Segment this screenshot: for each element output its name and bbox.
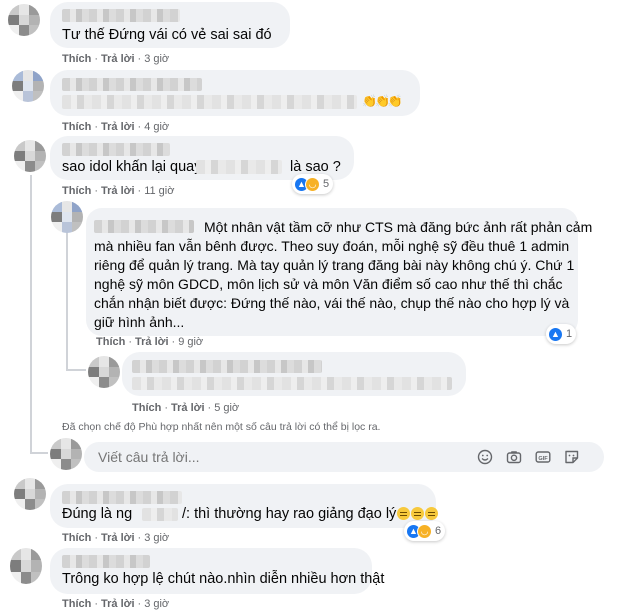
timestamp[interactable]: 3 giờ: [144, 532, 169, 544]
comment-text: 👏👏👏: [362, 94, 403, 108]
like-link[interactable]: Thích: [62, 121, 91, 133]
comment-text: sao idol khấn lại quay: [62, 159, 202, 175]
reaction-count: 5: [323, 178, 330, 190]
reply-text-line: riêng để quản lý trang. Mà tay quản lý t…: [94, 257, 575, 273]
like-link[interactable]: Thích: [96, 336, 125, 348]
reply-link[interactable]: Trả lời: [135, 336, 169, 348]
timestamp[interactable]: 3 giờ: [144, 598, 169, 610]
comment-actions: Thích · Trả lời · 3 giờ: [62, 598, 170, 610]
commenter-name[interactable]: [62, 78, 202, 91]
reaction-summary[interactable]: ▲ ◡ 5: [292, 174, 334, 194]
reply-text-line: Một nhân vật tầm cỡ như CTS mà đăng bức …: [204, 219, 593, 235]
comment-actions: Thích · Trả lời · 3 giờ: [62, 53, 170, 65]
blurred-mention: [196, 160, 282, 174]
reply-input[interactable]: [98, 449, 458, 465]
avatar[interactable]: [14, 140, 46, 172]
avatar[interactable]: [14, 478, 46, 510]
comment-actions: Thích · Trả lời · 11 giờ: [62, 185, 175, 197]
my-avatar[interactable]: [50, 438, 82, 470]
reply-text-line: giữ hình ảnh...: [94, 314, 185, 330]
comment-bubble: Trông ko hợp lệ chút nào.nhìn diễn nhiều…: [50, 548, 384, 594]
unamused-emoji-icon: [425, 507, 439, 520]
commenter-name[interactable]: [94, 220, 194, 233]
thread-connector: [66, 369, 86, 371]
timestamp[interactable]: 11 giờ: [144, 185, 174, 197]
reply-link[interactable]: Trả lời: [101, 598, 135, 610]
reply-link[interactable]: Trả lời: [101, 185, 135, 197]
reply-link[interactable]: Trả lời: [101, 121, 135, 133]
timestamp[interactable]: 3 giờ: [144, 53, 169, 65]
avatar[interactable]: [8, 4, 40, 36]
commenter-name[interactable]: [62, 491, 182, 504]
thread-line: [30, 175, 32, 453]
sticker-icon[interactable]: [564, 449, 580, 465]
avatar[interactable]: [12, 70, 44, 102]
avatar[interactable]: [88, 356, 120, 388]
comment-text: Trông ko hợp lệ chút nào.nhìn diễn nhiều…: [62, 571, 385, 587]
comment-bubble: 👏👏👏: [50, 70, 420, 116]
like-link[interactable]: Thích: [62, 185, 91, 197]
like-link[interactable]: Thích: [62, 598, 91, 610]
reply-bubble: Một nhân vật tầm cỡ như CTS mà đăng bức …: [86, 208, 592, 336]
reaction-summary[interactable]: ▲ 1: [546, 324, 577, 344]
comment-text: Đúng là ng: [62, 506, 133, 522]
commenter-name[interactable]: [132, 360, 322, 373]
comment-actions: Thích · Trả lời · 4 giờ: [62, 121, 170, 133]
like-link[interactable]: Thích: [62, 53, 91, 65]
blurred-comment-content: [62, 95, 357, 109]
gif-icon[interactable]: GIF: [535, 449, 551, 465]
reply-link[interactable]: Trả lời: [101, 532, 135, 544]
timestamp[interactable]: 9 giờ: [178, 336, 203, 348]
reaction-count: 6: [435, 525, 442, 537]
filter-notice: Đã chọn chế độ Phù hợp nhất nên một số c…: [62, 421, 381, 433]
comment-text-end: /: thì thường hay rao giảng đạo lý: [182, 505, 439, 524]
comment-actions: Thích · Trả lời · 3 giờ: [62, 532, 170, 544]
comment-actions: Thích · Trả lời · 5 giờ: [132, 402, 240, 414]
svg-text:GIF: GIF: [538, 456, 548, 462]
thread-line: [66, 222, 68, 370]
reply-composer[interactable]: GIF: [84, 442, 604, 472]
reply-text-line: mà nhiều fan vẫn bênh được. Theo suy đoá…: [94, 238, 570, 254]
thread-connector: [30, 452, 48, 454]
comment-text: Tư thế Đứng vái có vẻ sai sai đó: [62, 27, 272, 43]
unamused-emoji-icon: [397, 507, 411, 520]
commenter-name[interactable]: [62, 143, 170, 156]
blurred-mention: [142, 508, 178, 521]
commenter-name[interactable]: [62, 9, 180, 22]
reply-bubble: [122, 352, 466, 396]
reply-text-line: nghệ sỹ môn GDCD, môn lịch sử và môn Văn…: [94, 276, 563, 292]
haha-reaction-icon: ◡: [417, 523, 432, 539]
emoji-icon[interactable]: [477, 449, 493, 465]
reply-text-line: chắn nhận biết được: Đứng thế nào, vái t…: [94, 295, 570, 311]
comment-bubble: Tư thế Đứng vái có vẻ sai sai đó: [50, 2, 290, 48]
like-link[interactable]: Thích: [132, 402, 161, 414]
comment-bubble: Đúng là ng /: thì thường hay rao giảng đ…: [50, 484, 439, 528]
haha-reaction-icon: ◡: [305, 176, 320, 192]
avatar[interactable]: [51, 201, 83, 233]
reply-link[interactable]: Trả lời: [101, 53, 135, 65]
avatar[interactable]: [10, 548, 42, 584]
reaction-count: 1: [566, 328, 573, 340]
camera-icon[interactable]: [506, 449, 522, 465]
like-reaction-icon: ▲: [548, 326, 563, 342]
commenter-name[interactable]: [62, 555, 150, 568]
timestamp[interactable]: 5 giờ: [214, 402, 239, 414]
timestamp[interactable]: 4 giờ: [144, 121, 169, 133]
reply-link[interactable]: Trả lời: [171, 402, 205, 414]
comment-actions: Thích · Trả lời · 9 giờ: [96, 336, 204, 348]
unamused-emoji-icon: [411, 507, 425, 520]
reaction-summary[interactable]: ▲ ◡ 6: [404, 521, 446, 541]
like-link[interactable]: Thích: [62, 532, 91, 544]
blurred-comment-content: [132, 377, 452, 390]
